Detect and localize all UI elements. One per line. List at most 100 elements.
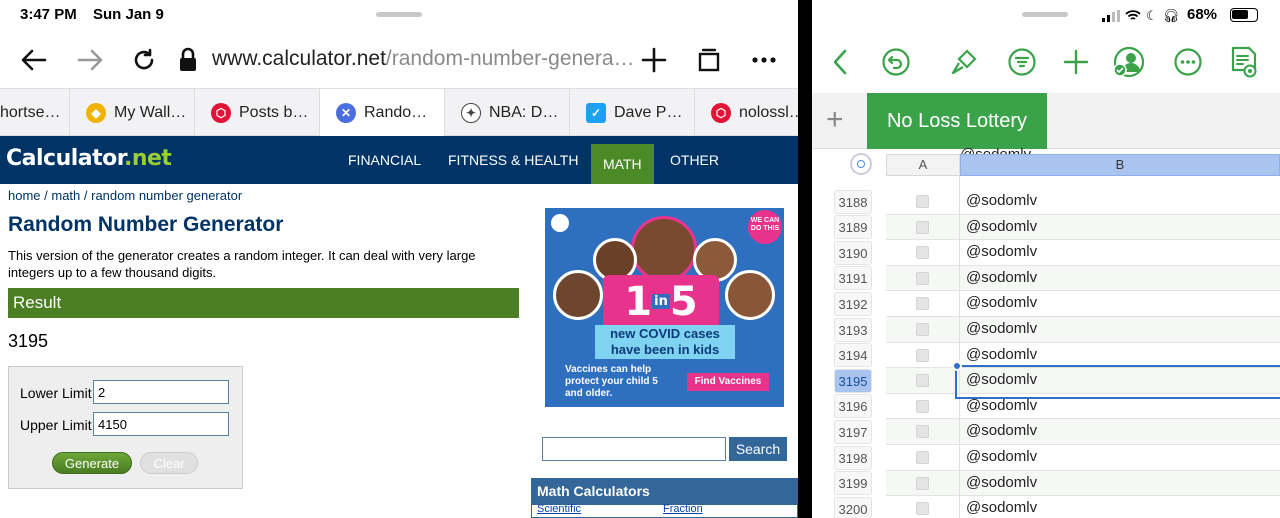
insert-plus-icon[interactable] — [1058, 44, 1094, 80]
row-number[interactable]: 3199 — [834, 471, 872, 496]
tabs-overview-icon[interactable] — [693, 44, 725, 76]
cell-b[interactable]: @sodomlv — [966, 320, 1037, 337]
address-bar[interactable]: www.calculator.net/random-number-genera… — [212, 47, 635, 71]
checkbox-cell-a[interactable] — [916, 399, 929, 413]
find-vaccines-button[interactable]: Find Vaccines — [687, 373, 769, 391]
cell-b[interactable]: @sodomlv — [966, 243, 1037, 260]
breadcrumb-math[interactable]: math — [51, 188, 80, 203]
more-icon[interactable] — [748, 44, 780, 76]
sheet-tab-no-loss-lottery[interactable]: No Loss Lottery — [867, 93, 1047, 149]
column-header-a[interactable]: A — [886, 154, 960, 176]
close-icon[interactable]: ✕ — [336, 103, 356, 123]
row-number[interactable]: 3195 — [834, 368, 872, 393]
tab-label: Dave P… — [614, 104, 683, 121]
row-number[interactable]: 3193 — [834, 317, 872, 342]
generate-button[interactable]: Generate — [52, 452, 132, 474]
forward-icon[interactable] — [74, 44, 106, 76]
cell-b[interactable]: @sodomlv — [966, 218, 1037, 235]
cell-b[interactable]: @sodomlv — [966, 397, 1037, 414]
tab-label: My Wall… — [114, 104, 187, 121]
site-search-input[interactable] — [542, 437, 726, 461]
row-number[interactable]: 3200 — [834, 496, 872, 518]
row-number[interactable]: 3197 — [834, 419, 872, 444]
breadcrumb-current[interactable]: random number generator — [91, 188, 242, 203]
tab-5[interactable]: ✦ NBA: D… — [445, 89, 570, 137]
checkbox-cell-a[interactable] — [916, 476, 929, 490]
multitask-grabber[interactable] — [1022, 12, 1068, 17]
cell-b[interactable]: @sodomlv — [966, 346, 1037, 363]
undo-icon[interactable] — [878, 44, 914, 80]
table-row: @sodomlv — [886, 419, 1280, 445]
row-number[interactable]: 3191 — [834, 266, 872, 291]
row-number[interactable]: 3190 — [834, 240, 872, 265]
checkbox-cell-a[interactable] — [916, 502, 929, 516]
multitask-grabber[interactable] — [376, 12, 422, 17]
add-sheet-icon[interactable]: + — [826, 105, 844, 135]
row-number[interactable]: 3192 — [834, 291, 872, 316]
nav-other[interactable]: OTHER — [658, 136, 731, 184]
tab-6[interactable]: ✓ Dave P… — [570, 89, 695, 137]
row-number[interactable]: 3189 — [834, 215, 872, 240]
logo-net: net — [131, 146, 172, 171]
format-brush-icon[interactable] — [946, 44, 982, 80]
site-logo[interactable]: Calculator.net — [6, 146, 172, 171]
new-tab-icon[interactable] — [638, 44, 670, 76]
covid-ad-banner[interactable]: WE CAN DO THIS 1 in5 new COVID cases have… — [545, 208, 784, 407]
nav-financial[interactable]: FINANCIAL — [336, 136, 433, 184]
selection-handle[interactable] — [952, 361, 962, 371]
checkbox-cell-a[interactable] — [916, 220, 929, 234]
sort-filter-icon[interactable] — [1004, 44, 1040, 80]
checkbox-cell-a[interactable] — [916, 271, 929, 285]
ad-stat-in: in — [652, 294, 670, 309]
nav-math[interactable]: MATH — [591, 144, 654, 184]
checkbox-cell-a[interactable] — [916, 425, 929, 439]
team-logo-icon: ✦ — [461, 103, 481, 123]
tab-3[interactable]: ⬡ Posts b… — [195, 89, 320, 137]
row-number[interactable]: 3194 — [834, 343, 872, 368]
checkbox-cell-a[interactable] — [916, 451, 929, 464]
split-divider[interactable] — [798, 0, 812, 518]
back-chevron-icon[interactable] — [822, 44, 858, 80]
row-number[interactable]: 3188 — [834, 189, 872, 214]
cell-b[interactable]: @sodomlv — [966, 474, 1037, 491]
cell-b[interactable]: @sodomlv — [966, 499, 1037, 516]
collaborate-icon[interactable] — [1111, 44, 1147, 80]
checkbox-cell-a[interactable] — [916, 195, 929, 208]
document-view-icon[interactable] — [1226, 44, 1262, 80]
column-header-b[interactable]: B — [960, 154, 1280, 176]
child-photo — [553, 270, 603, 320]
link-fraction[interactable]: Fraction — [663, 503, 703, 515]
upper-limit-input[interactable] — [93, 412, 229, 436]
cell-b[interactable]: @sodomlv — [966, 269, 1037, 286]
row-number[interactable]: 3198 — [834, 445, 872, 470]
checkbox-cell-a[interactable] — [916, 246, 929, 260]
clear-button[interactable]: Clear — [140, 452, 198, 474]
link-scientific[interactable]: Scientific — [537, 503, 581, 515]
more-options-icon[interactable] — [1170, 44, 1206, 80]
cell-b[interactable]: @sodomlv — [966, 294, 1037, 311]
tab-7[interactable]: ⬡ nolossl… — [695, 89, 798, 137]
ad-headline: new COVID cases have been in kids — [595, 325, 735, 359]
numbers-pane: ☾ 🎧︎ 68% + No Loss Lottery @sodomlv A B … — [812, 0, 1280, 518]
cell-b[interactable]: @sodomlv — [966, 422, 1037, 439]
row-number[interactable]: 3196 — [834, 394, 872, 419]
tab-1[interactable]: hortse… — [0, 89, 70, 137]
cell-b[interactable]: @sodomlv — [966, 448, 1037, 465]
search-button[interactable]: Search — [729, 437, 787, 461]
nav-fitness-health[interactable]: FITNESS & HEALTH — [436, 136, 590, 184]
tab-label: NBA: D… — [489, 104, 559, 121]
checkbox-cell-a[interactable] — [916, 348, 929, 362]
breadcrumb-home[interactable]: home — [8, 188, 41, 203]
tab-2[interactable]: ◆ My Wall… — [70, 89, 195, 137]
reload-icon[interactable] — [128, 44, 160, 76]
hhs-logo-icon — [551, 214, 569, 232]
tab-4-active[interactable]: ✕ Rando… — [320, 89, 445, 137]
checkbox-cell-a[interactable] — [916, 297, 929, 311]
checkbox-cell-a[interactable] — [916, 374, 929, 388]
wifi-icon — [1125, 10, 1141, 20]
safari-pane: 3:47 PM Sun Jan 9 www.calculator.net/ran… — [0, 0, 798, 518]
lower-limit-input[interactable] — [93, 380, 229, 404]
cell-b[interactable]: @sodomlv — [966, 192, 1037, 209]
checkbox-cell-a[interactable] — [916, 323, 929, 336]
back-icon[interactable] — [18, 44, 50, 76]
